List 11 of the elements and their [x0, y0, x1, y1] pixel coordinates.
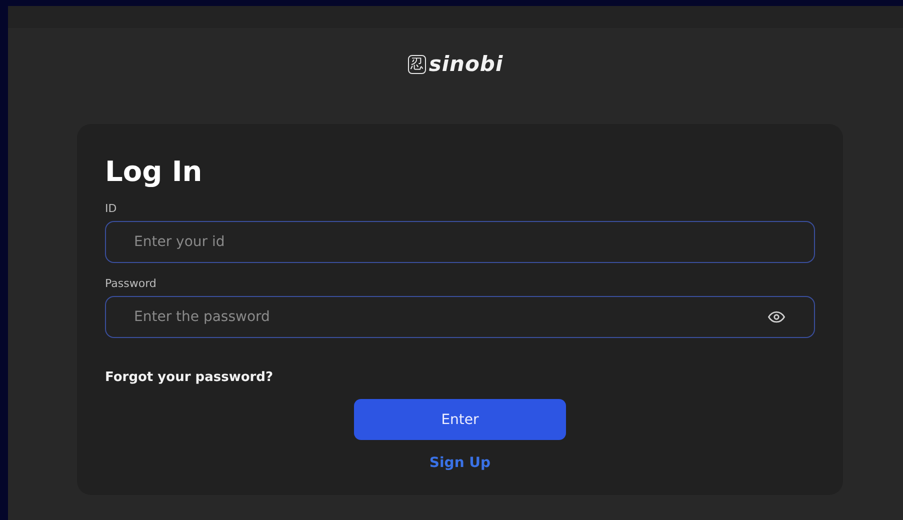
- password-field[interactable]: Enter the password: [105, 296, 815, 338]
- field-label: Password: [105, 277, 156, 290]
- eye-icon[interactable]: [768, 311, 785, 323]
- logo-text: sinobi: [428, 52, 504, 76]
- page-title: Log In: [105, 154, 202, 190]
- logo-mark: 忍: [408, 54, 426, 74]
- enter-button[interactable]: Enter: [354, 399, 566, 440]
- sign-up-link[interactable]: Sign Up: [429, 455, 491, 471]
- field-label: ID: [105, 202, 117, 215]
- input-field[interactable]: Enter your id: [105, 221, 815, 263]
- forgot-password-link[interactable]: Forgot your password?: [105, 370, 274, 385]
